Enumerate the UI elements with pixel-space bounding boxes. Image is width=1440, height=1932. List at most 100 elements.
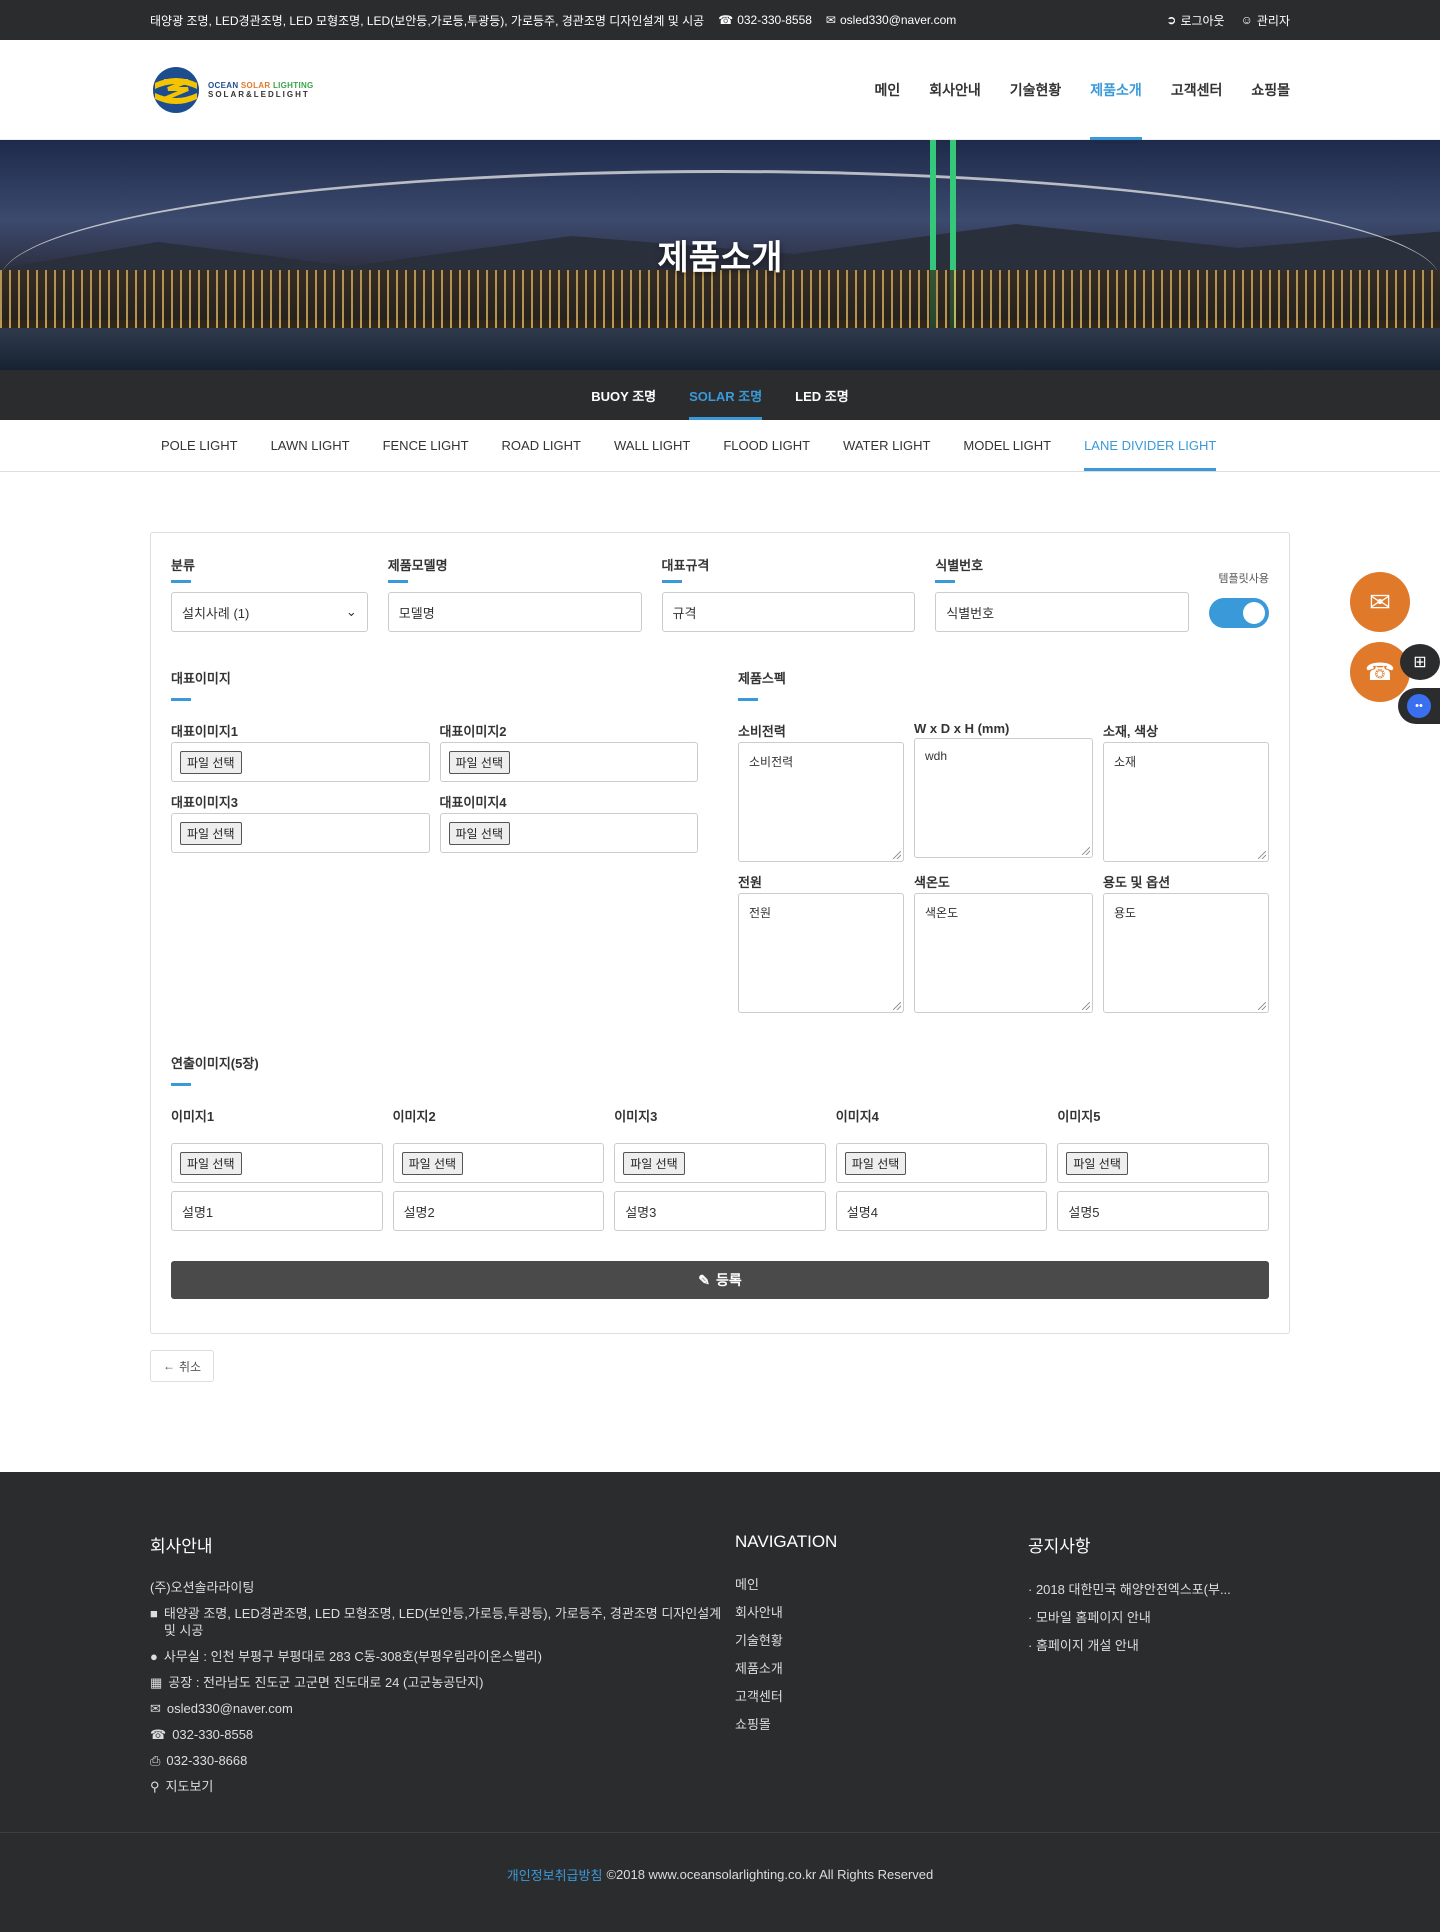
- file-select-button[interactable]: 파일 선택: [623, 1151, 685, 1175]
- tab-road-light[interactable]: ROAD LIGHT: [502, 420, 581, 471]
- nav-item-main[interactable]: 메인: [874, 40, 900, 140]
- apps-button[interactable]: ⊞: [1400, 644, 1440, 680]
- notice-item[interactable]: · 홈페이지 개설 안내: [1028, 1635, 1231, 1654]
- spec-textarea[interactable]: wdh: [914, 738, 1093, 858]
- file-input[interactable]: 파일 선택: [439, 813, 698, 853]
- contact-email-button[interactable]: ✉: [1350, 572, 1410, 632]
- submit-button[interactable]: ✎ 등록: [171, 1261, 1269, 1299]
- file-select-button[interactable]: 파일 선택: [448, 821, 510, 845]
- footer-nav-item[interactable]: 쇼핑몰: [735, 1714, 1028, 1733]
- footer-company-title: 회사안내: [150, 1537, 213, 1556]
- file-select-button[interactable]: 파일 선택: [180, 821, 242, 845]
- spec-field-label: 전원: [738, 875, 762, 890]
- contact-phone-button[interactable]: ☎: [1350, 642, 1410, 702]
- description-input[interactable]: 설명4: [835, 1191, 1048, 1231]
- description-input[interactable]: 설명2: [392, 1191, 605, 1231]
- file-select-button[interactable]: 파일 선택: [448, 750, 510, 774]
- sign-out-icon: ➲: [1166, 13, 1177, 27]
- spec-power-source: 전원 전원: [738, 872, 904, 1013]
- office-address: ● 사무실 : 인천 부평구 부평대로 283 C동-308호(부평우림라이온스밸…: [150, 1648, 735, 1665]
- rep-images-title: 대표이미지: [171, 668, 698, 701]
- spec-textarea[interactable]: 소재: [1103, 742, 1269, 862]
- footer-nav-item[interactable]: 기술현황: [735, 1630, 1028, 1649]
- tab-solar[interactable]: SOLAR 조명: [689, 370, 763, 420]
- tab-pole-light[interactable]: POLE LIGHT: [161, 420, 238, 471]
- description-input[interactable]: 설명3: [614, 1191, 826, 1231]
- category-label: 분류: [171, 555, 368, 583]
- tab-led[interactable]: LED 조명: [795, 370, 849, 420]
- tab-lawn-light[interactable]: LAWN LIGHT: [271, 420, 350, 471]
- template-toggle[interactable]: [1209, 598, 1269, 628]
- notice-item[interactable]: · 2018 대한민국 해양안전엑스포(부...: [1028, 1579, 1231, 1598]
- tab-model-light[interactable]: MODEL LIGHT: [963, 420, 1051, 471]
- chatbot-icon: ••: [1407, 694, 1431, 718]
- map-pin-icon: ⚲: [150, 1779, 160, 1794]
- factory-text: 공장 : 전라남도 진도군 고군면 진도대로 24 (고군농공단지): [168, 1675, 484, 1690]
- tab-buoy[interactable]: BUOY 조명: [591, 370, 656, 420]
- file-select-button[interactable]: 파일 선택: [1066, 1151, 1128, 1175]
- template-label: 템플릿사용: [1218, 573, 1269, 585]
- nav-item-products[interactable]: 제품소개: [1090, 40, 1142, 140]
- map-marker-icon: ●: [150, 1649, 158, 1664]
- file-select-button[interactable]: 파일 선택: [401, 1151, 464, 1175]
- spec-dimensions: W x D x H (mm) wdh: [914, 721, 1093, 862]
- nav-item-support[interactable]: 고객센터: [1171, 40, 1223, 140]
- nav-item-company[interactable]: 회사안내: [929, 40, 981, 140]
- nav-item-tech[interactable]: 기술현황: [1010, 40, 1062, 140]
- phone-icon: ☎: [150, 1727, 167, 1742]
- description-input[interactable]: 설명1: [171, 1191, 383, 1231]
- file-input[interactable]: 파일 선택: [835, 1143, 1048, 1183]
- admin-label: 관리자: [1256, 13, 1290, 28]
- category-group: 분류 설치사례 (1) ⌄: [171, 555, 368, 632]
- file-input[interactable]: 파일 선택: [171, 813, 430, 853]
- admin-link[interactable]: ☺ 관리자: [1241, 12, 1290, 29]
- logout-link[interactable]: ➲ 로그아웃: [1166, 12, 1224, 29]
- spec-textarea[interactable]: 전원: [738, 893, 904, 1013]
- file-input[interactable]: 파일 선택: [392, 1143, 605, 1183]
- footer-phone: ☎ 032-330-8558: [150, 1726, 735, 1743]
- factory-address: ▦ 공장 : 전라남도 진도군 고군면 진도대로 24 (고군농공단지): [150, 1674, 735, 1691]
- file-input[interactable]: 파일 선택: [1057, 1143, 1269, 1183]
- map-link[interactable]: ⚲ 지도보기: [150, 1778, 735, 1795]
- file-select-button[interactable]: 파일 선택: [844, 1151, 907, 1175]
- notice-item[interactable]: · 모바일 홈페이지 안내: [1028, 1607, 1231, 1626]
- chat-widget-button[interactable]: ••: [1398, 688, 1440, 724]
- file-select-button[interactable]: 파일 선택: [180, 750, 242, 774]
- spec-group: 대표규격 규격: [661, 555, 916, 632]
- file-input[interactable]: 파일 선택: [614, 1143, 826, 1183]
- model-input[interactable]: 모델명: [387, 592, 642, 632]
- spec-material: 소재, 색상 소재: [1103, 721, 1269, 862]
- footer-nav-item[interactable]: 회사안내: [735, 1602, 1028, 1621]
- cancel-button[interactable]: ← 취소: [150, 1350, 215, 1382]
- spec-input[interactable]: 규격: [661, 592, 916, 632]
- file-input[interactable]: 파일 선택: [171, 742, 430, 782]
- email-text: osled330@naver.com: [839, 13, 957, 27]
- spec-textarea[interactable]: 용도: [1103, 893, 1269, 1013]
- spec-textarea[interactable]: 소비전력: [738, 742, 904, 862]
- spec-textarea[interactable]: 색온도: [914, 893, 1093, 1013]
- tab-wall-light[interactable]: WALL LIGHT: [614, 420, 690, 471]
- id-input[interactable]: 식별번호: [935, 592, 1189, 632]
- footer-navigation: NAVIGATION 메인 회사안내 기술현황 제품소개 고객센터 쇼핑몰: [735, 1532, 1028, 1804]
- site-footer: 회사안내 (주)오션솔라라이팅 ■ 태양광 조명, LED경관조명, LED 모형…: [0, 1472, 1440, 1932]
- footer-nav-item[interactable]: 제품소개: [735, 1658, 1028, 1677]
- file-input[interactable]: 파일 선택: [439, 742, 698, 782]
- tab-water-light[interactable]: WATER LIGHT: [843, 420, 930, 471]
- footer-nav-item[interactable]: 메인: [735, 1574, 1028, 1593]
- footer-nav-item[interactable]: 고객센터: [735, 1686, 1028, 1705]
- nav-item-shop[interactable]: 쇼핑몰: [1251, 40, 1290, 140]
- briefcase-icon: ■: [150, 1606, 158, 1621]
- tab-flood-light[interactable]: FLOOD LIGHT: [723, 420, 810, 471]
- footer-columns: 회사안내 (주)오션솔라라이팅 ■ 태양광 조명, LED경관조명, LED 모형…: [150, 1532, 1290, 1804]
- tab-lane-divider-light[interactable]: LANE DIVIDER LIGHT: [1084, 420, 1217, 471]
- file-select-button[interactable]: 파일 선택: [180, 1151, 242, 1175]
- gallery-label: 이미지4: [835, 1109, 879, 1124]
- hero-city-lights: [0, 270, 1440, 330]
- file-input[interactable]: 파일 선택: [171, 1143, 383, 1183]
- category-select[interactable]: 설치사례 (1) ⌄: [171, 592, 368, 632]
- site-logo[interactable]: OCEAN SOLAR LIGHTING SOLAR&LEDLIGHT: [150, 65, 314, 115]
- tab-fence-light[interactable]: FENCE LIGHT: [383, 420, 469, 471]
- description-input[interactable]: 설명5: [1057, 1191, 1269, 1231]
- template-group: 템플릿사용: [1209, 570, 1269, 632]
- privacy-link[interactable]: 개인정보취급방침: [507, 1865, 603, 1884]
